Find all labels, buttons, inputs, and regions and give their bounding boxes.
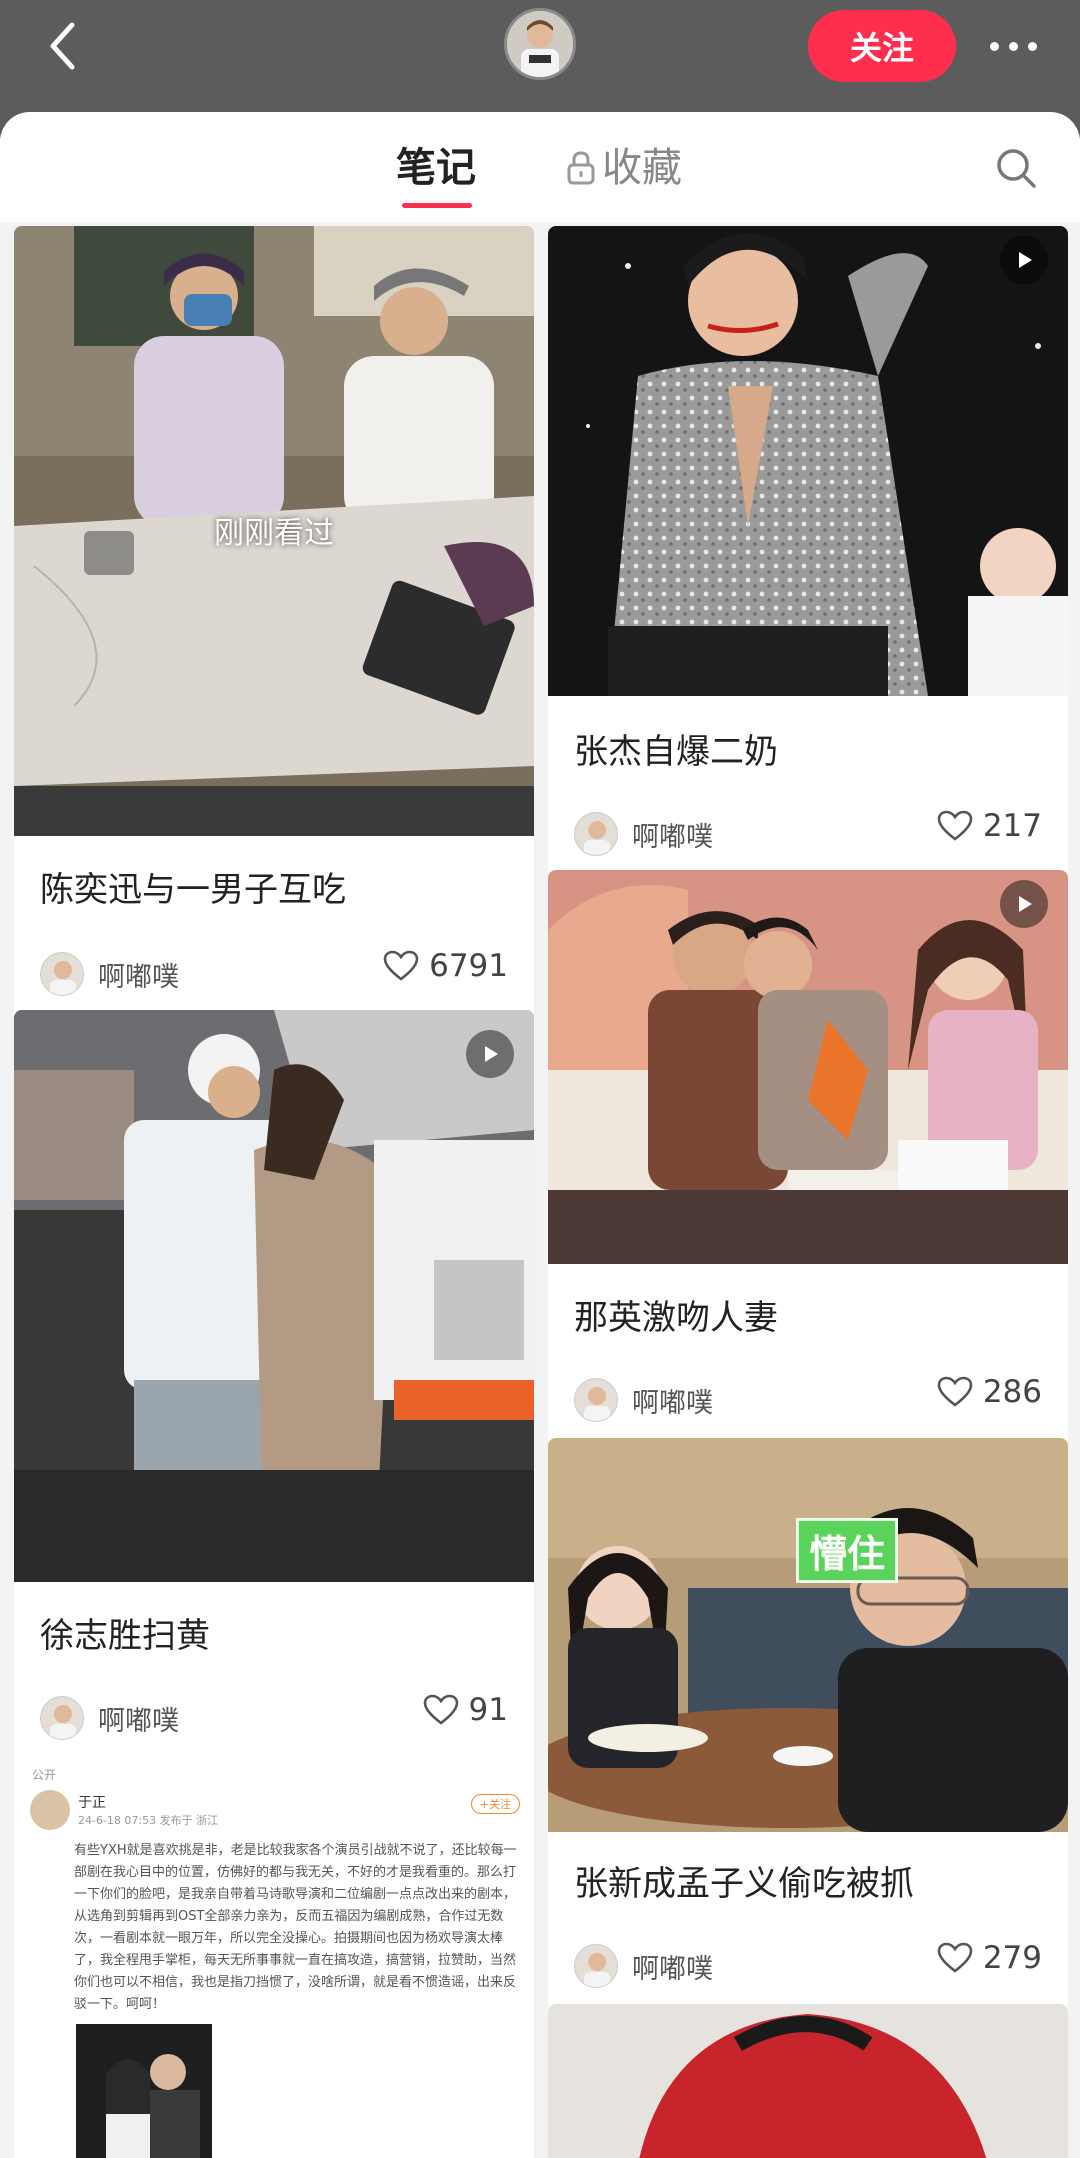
note-card[interactable]: 那英激吻人妻 啊嘟噗 286 [548, 870, 1068, 1534]
note-author[interactable]: 啊嘟噗 [574, 1944, 713, 1988]
note-card[interactable]: 张杰自爆二奶 啊嘟噗 217 [548, 226, 1068, 938]
post-meta: 24-6-18 07:53 发布于 浙江 [78, 1814, 219, 1827]
post-scope: 公开 [32, 1768, 57, 1782]
tab-notes[interactable]: 笔记 [396, 138, 476, 208]
heart-icon [423, 1694, 458, 1725]
note-cover-image [14, 1010, 534, 1582]
video-indicator [466, 1030, 514, 1078]
ellipsis-icon [989, 41, 999, 51]
note-card[interactable]: 公开 于正 24-6-18 07:53 发布于 浙江 +关注 有些YXH就是喜欢… [14, 1756, 534, 2158]
play-icon [485, 1046, 498, 1062]
play-icon [1019, 252, 1032, 268]
recently-viewed-label: 刚刚看过 [214, 516, 334, 551]
note-card[interactable]: 徐志胜扫黄 啊嘟噗 91 [14, 1010, 534, 1858]
author-name: 啊嘟噗 [98, 961, 179, 993]
caption-sticker: 懵住 [796, 1518, 899, 1583]
heart-icon [383, 950, 419, 981]
follow-button[interactable]: 关注 [808, 10, 956, 82]
heart-icon [937, 1376, 973, 1407]
video-indicator [1000, 236, 1048, 284]
note-title: 徐志胜扫黄 [40, 1616, 210, 1656]
author-avatar [574, 1944, 618, 1988]
play-icon [1019, 896, 1032, 912]
author-name: 啊嘟噗 [98, 1705, 179, 1737]
note-title: 张杰自爆二奶 [574, 732, 778, 772]
search-button[interactable] [994, 146, 1044, 196]
note-card[interactable] [548, 2004, 1068, 2158]
note-title: 陈奕迅与一男子互吃 [40, 870, 346, 910]
like-button[interactable]: 217 [937, 808, 1042, 844]
note-author[interactable]: 啊嘟噗 [40, 952, 179, 996]
note-cover-image: 公开 于正 24-6-18 07:53 发布于 浙江 +关注 有些YXH就是喜欢… [14, 1756, 534, 2158]
author-name: 啊嘟噗 [632, 1387, 713, 1419]
heart-icon [937, 810, 973, 841]
author-name: 啊嘟噗 [632, 821, 713, 853]
tab-bar: 笔记 收藏 [0, 112, 1080, 222]
note-card[interactable]: 刚刚看过 陈奕迅与一男子互吃 啊嘟噗 6791 [14, 226, 534, 1112]
back-button[interactable] [38, 18, 88, 74]
author-avatar [574, 1378, 618, 1422]
author-avatar [40, 1696, 84, 1740]
chevron-left-icon [50, 22, 75, 70]
like-count: 91 [468, 1692, 508, 1728]
tab-favorites-label: 收藏 [602, 145, 682, 191]
note-author[interactable]: 啊嘟噗 [40, 1696, 179, 1740]
author-name: 啊嘟噗 [632, 1953, 713, 1985]
video-indicator [1000, 880, 1048, 928]
note-title: 那英激吻人妻 [574, 1298, 778, 1338]
note-cover-image [548, 226, 1068, 696]
lock-icon [567, 151, 595, 185]
note-cover-image: 懵住 [548, 1438, 1068, 1832]
tab-notes-label: 笔记 [396, 145, 476, 191]
like-count: 286 [982, 1374, 1042, 1410]
post-user-name: 于正 [78, 1795, 106, 1811]
note-cover-image: 刚刚看过 [14, 226, 534, 836]
author-avatar [574, 812, 618, 856]
post-user-avatar [30, 1790, 70, 1830]
tab-favorites[interactable]: 收藏 [566, 138, 682, 198]
post-follow-badge: +关注 [470, 1794, 520, 1814]
note-cover-image [548, 2004, 1068, 2158]
note-card[interactable]: 懵住 张新成孟子义偷吃被抓 啊嘟噗 279 [548, 1438, 1068, 2098]
heart-icon [937, 1942, 973, 1973]
profile-content-sheet: 笔记 收藏 刚刚看过 陈奕迅与一男子互吃 啊嘟噗 6791 张杰自爆二奶 啊嘟噗… [0, 112, 1080, 2158]
more-options-button[interactable] [978, 26, 1048, 66]
like-count: 279 [982, 1940, 1042, 1976]
like-button[interactable]: 279 [937, 1940, 1042, 1976]
note-title: 张新成孟子义偷吃被抓 [574, 1864, 914, 1904]
profile-avatar[interactable] [504, 8, 576, 80]
post-body: 有些YXH就是喜欢挑是非，老是比较我家各个演员引战就不说了，还比较每一部剧在我心… [74, 1843, 517, 2012]
like-count: 217 [982, 808, 1042, 844]
like-button[interactable]: 286 [937, 1374, 1042, 1410]
top-bar: 关注 [0, 0, 1080, 118]
active-tab-indicator [402, 203, 472, 208]
note-author[interactable]: 啊嘟噗 [574, 1378, 713, 1422]
note-author[interactable]: 啊嘟噗 [574, 812, 713, 856]
note-cover-image [548, 870, 1068, 1264]
search-icon [997, 149, 1036, 188]
post-image [76, 2024, 212, 2158]
author-avatar [40, 952, 84, 996]
like-button[interactable]: 6791 [383, 948, 508, 984]
like-button[interactable]: 91 [423, 1692, 508, 1728]
like-count: 6791 [429, 948, 508, 984]
